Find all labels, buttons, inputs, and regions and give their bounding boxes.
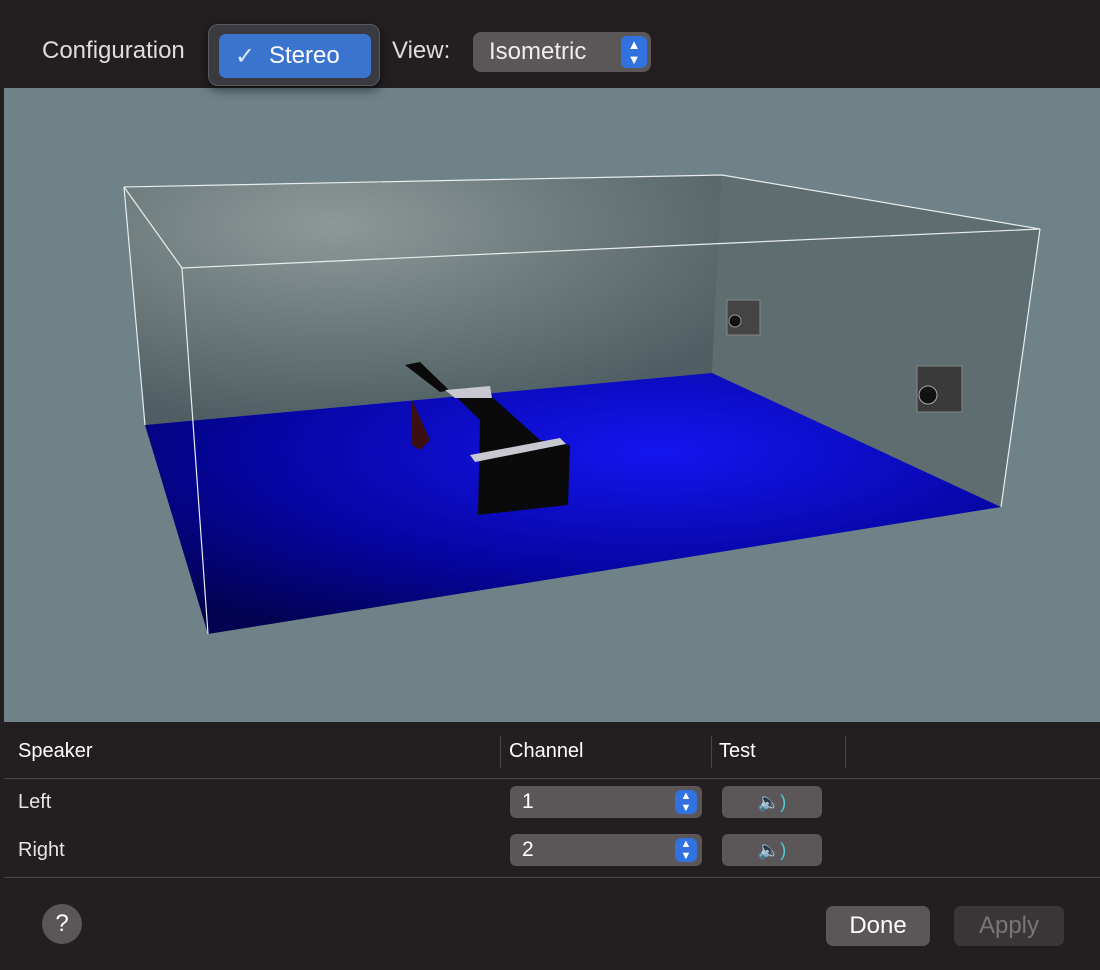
checkmark-icon: ✓ — [235, 42, 256, 70]
configuration-popup-menu[interactable]: ✓ Stereo — [208, 24, 380, 86]
view-selected-value: Isometric — [489, 38, 587, 65]
channel-select-left[interactable]: 1 ▲ ▼ — [510, 786, 702, 818]
speaker-sound-icon: 🔈) — [757, 839, 787, 860]
test-button-right[interactable]: 🔈) — [722, 834, 822, 866]
channel-value: 2 — [522, 838, 534, 861]
channel-select-right[interactable]: 2 ▲ ▼ — [510, 834, 702, 866]
column-divider — [845, 736, 846, 768]
chevron-up-down-icon: ▲ ▼ — [621, 36, 647, 68]
column-header-channel[interactable]: Channel — [509, 740, 584, 763]
header-divider — [4, 778, 1100, 779]
speaker-left-label: Left — [18, 791, 52, 813]
configuration-option-stereo[interactable]: ✓ Stereo — [219, 34, 371, 78]
speaker-sound-icon: 🔈) — [757, 791, 787, 812]
configuration-label: Configuration — [42, 37, 185, 64]
test-button-left[interactable]: 🔈) — [722, 786, 822, 818]
chevron-up-down-icon: ▲ ▼ — [675, 790, 697, 814]
speaker-left — [726, 299, 761, 336]
view-popup-button[interactable]: Isometric ▲ ▼ — [473, 32, 651, 72]
room-scene — [123, 174, 1041, 635]
table-bottom-divider — [4, 877, 1100, 878]
chevron-up-down-icon: ▲ ▼ — [675, 838, 697, 862]
column-divider — [500, 736, 501, 768]
done-button[interactable]: Done — [826, 906, 930, 946]
column-divider — [711, 736, 712, 768]
column-header-speaker[interactable]: Speaker — [18, 740, 93, 763]
apply-button[interactable]: Apply — [954, 906, 1064, 946]
help-button[interactable]: ? — [42, 904, 82, 944]
view-label: View: — [392, 37, 451, 64]
speaker-right-label: Right — [18, 839, 65, 861]
column-header-test[interactable]: Test — [719, 740, 756, 763]
speaker-right — [916, 365, 963, 413]
channel-value: 1 — [522, 790, 534, 813]
room-3d-view[interactable] — [4, 88, 1100, 722]
configuration-option-label: Stereo — [269, 42, 340, 69]
